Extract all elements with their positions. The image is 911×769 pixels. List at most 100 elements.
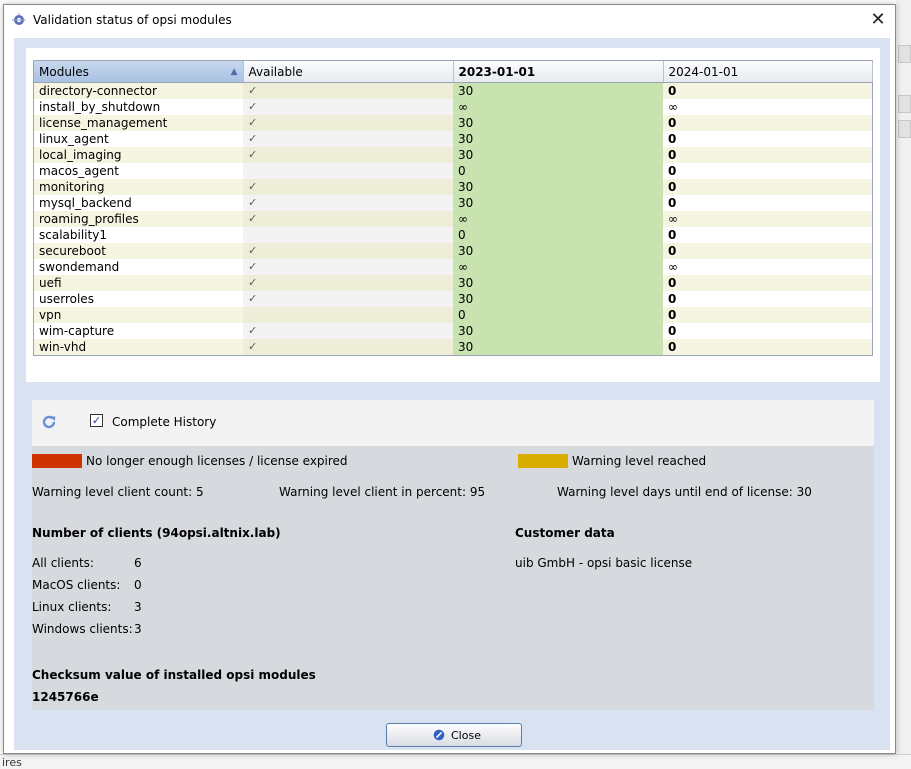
value-2023-cell: 30 [453, 147, 663, 163]
value-2023-cell: 0 [453, 163, 663, 179]
available-cell: ✓ [243, 115, 453, 131]
table-row[interactable]: swondemand ✓ ∞ ∞ [34, 259, 872, 275]
close-window-icon[interactable]: ✕ [867, 9, 889, 31]
value-2024-cell: 0 [663, 307, 872, 323]
close-circle-icon [433, 729, 445, 741]
value-2024-text: 0 [668, 180, 677, 194]
column-header-2023-01-01[interactable]: 2023-01-01 [453, 61, 664, 83]
warning-legend-label: Warning level reached [572, 454, 707, 468]
table-row[interactable]: macos_agent 0 0 [34, 163, 872, 179]
table-row[interactable]: local_imaging ✓ 30 0 [34, 147, 872, 163]
value-2024-cell: 0 [663, 243, 872, 259]
table-row[interactable]: scalability1 0 0 [34, 227, 872, 243]
complete-history-checkbox[interactable]: ✓ [90, 414, 103, 427]
warning-client-percent: Warning level client in percent: 95 [279, 485, 486, 499]
modules-table-container[interactable]: Modules ▲ Available 2023-01-01 2024-01-0… [33, 60, 873, 356]
background-window-edge [896, 0, 911, 769]
module-name-cell: license_management [34, 115, 243, 131]
value-2024-cell: 0 [663, 291, 872, 307]
value-2024-text: ∞ [668, 100, 678, 114]
module-name-cell: mysql_backend [34, 195, 243, 211]
available-cell: ✓ [243, 195, 453, 211]
value-2023-cell: 30 [453, 243, 663, 259]
modules-panel: Modules ▲ Available 2023-01-01 2024-01-0… [26, 48, 880, 382]
value-2024-text: 0 [668, 228, 677, 242]
value-2024-cell: ∞ [663, 259, 872, 275]
column-header-2024-01-01[interactable]: 2024-01-01 [663, 61, 873, 83]
check-icon: ✓ [248, 84, 258, 97]
table-row[interactable]: roaming_profiles ✓ ∞ ∞ [34, 211, 872, 227]
table-row[interactable]: license_management ✓ 30 0 [34, 115, 872, 131]
title-bar[interactable]: Validation status of opsi modules ✕ [4, 5, 895, 35]
client-count-label: All clients: [32, 556, 94, 570]
customer-data-value: uib GmbH - opsi basic license [515, 556, 693, 570]
background-fragment-text: ires [2, 756, 22, 769]
table-row[interactable]: install_by_shutdown ✓ ∞ ∞ [34, 99, 872, 115]
value-2023-cell: 30 [453, 179, 663, 195]
value-2024-cell: 0 [663, 339, 872, 355]
table-row[interactable]: mysql_backend ✓ 30 0 [34, 195, 872, 211]
warning-days-until-end: Warning level days until end of license:… [557, 485, 812, 499]
module-name-cell: win-vhd [34, 339, 243, 355]
module-name-cell: swondemand [34, 259, 243, 275]
column-header-available[interactable]: Available [243, 61, 454, 83]
value-2024-cell: 0 [663, 227, 872, 243]
module-name-cell: secureboot [34, 243, 243, 259]
available-cell: ✓ [243, 99, 453, 115]
value-2023-cell: 0 [453, 307, 663, 323]
module-name-cell: linux_agent [34, 131, 243, 147]
check-icon: ✓ [248, 292, 258, 305]
available-cell: ✓ [243, 323, 453, 339]
client-count-value: 6 [134, 556, 142, 570]
value-2024-cell: 0 [663, 323, 872, 339]
check-icon: ✓ [248, 148, 258, 161]
value-2024-text: 0 [668, 196, 677, 210]
value-2023-cell: 30 [453, 115, 663, 131]
module-name-cell: install_by_shutdown [34, 99, 243, 115]
table-row[interactable]: secureboot ✓ 30 0 [34, 243, 872, 259]
value-2024-text: 0 [668, 164, 677, 178]
close-button[interactable]: Close [386, 723, 522, 747]
available-cell: ✓ [243, 179, 453, 195]
available-cell: ✓ [243, 82, 453, 99]
value-2024-cell: ∞ [663, 211, 872, 227]
value-2024-text: 0 [668, 340, 677, 354]
background-window-bottom: ires [0, 754, 911, 769]
client-count-label: Windows clients: [32, 622, 133, 636]
refresh-icon[interactable] [40, 413, 58, 431]
table-row[interactable]: uefi ✓ 30 0 [34, 275, 872, 291]
details-panel: ✓ Complete History No longer enough lice… [26, 396, 880, 747]
module-name-cell: uefi [34, 275, 243, 291]
client-count-label: Linux clients: [32, 600, 112, 614]
table-row[interactable]: wim-capture ✓ 30 0 [34, 323, 872, 339]
check-icon: ✓ [248, 132, 258, 145]
value-2023-cell: 30 [453, 195, 663, 211]
history-toolbar: ✓ Complete History [32, 400, 874, 446]
module-name-cell: roaming_profiles [34, 211, 243, 227]
available-cell: ✓ [243, 147, 453, 163]
check-icon: ✓ [248, 276, 258, 289]
opsi-app-icon [12, 13, 26, 25]
value-2024-text: 0 [668, 132, 677, 146]
available-cell: ✓ [243, 259, 453, 275]
column-header-modules[interactable]: Modules ▲ [34, 61, 244, 83]
value-2024-cell: 0 [663, 82, 872, 99]
complete-history-label: Complete History [112, 415, 217, 429]
validation-dialog: Validation status of opsi modules ✕ Modu… [3, 4, 896, 754]
column-header-label: Modules [39, 64, 89, 79]
table-row[interactable]: win-vhd ✓ 30 0 [34, 339, 872, 355]
value-2024-text: 0 [668, 148, 677, 162]
table-row[interactable]: userroles ✓ 30 0 [34, 291, 872, 307]
table-row[interactable]: linux_agent ✓ 30 0 [34, 131, 872, 147]
client-count-label: MacOS clients: [32, 578, 121, 592]
table-row[interactable]: directory-connector ✓ 30 0 [34, 82, 872, 99]
table-row[interactable]: vpn 0 0 [34, 307, 872, 323]
table-row[interactable]: monitoring ✓ 30 0 [34, 179, 872, 195]
value-2023-cell: 30 [453, 275, 663, 291]
value-2024-text: 0 [668, 324, 677, 338]
value-2024-text: 0 [668, 116, 677, 130]
value-2023-cell: 30 [453, 339, 663, 355]
value-2024-text: 0 [668, 244, 677, 258]
value-2023-cell: ∞ [453, 259, 663, 275]
value-2024-text: 0 [668, 276, 677, 290]
